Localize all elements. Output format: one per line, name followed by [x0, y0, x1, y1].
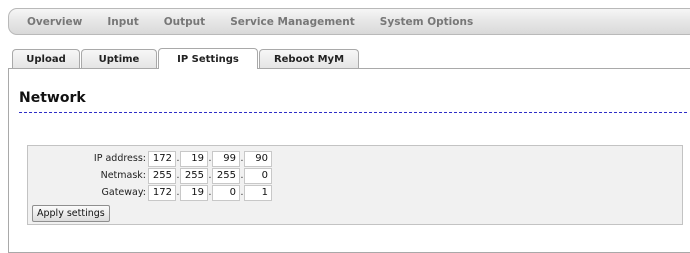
ip-address-octet-3[interactable]	[212, 150, 240, 167]
gateway-octet-1[interactable]	[148, 184, 176, 201]
tab-strip: Upload Uptime IP Settings Reboot MyM	[12, 48, 360, 69]
nav-item-input[interactable]: Input	[98, 16, 147, 28]
nav-item-service-management[interactable]: Service Management	[221, 16, 364, 28]
tab-upload[interactable]: Upload	[12, 49, 80, 69]
tab-uptime[interactable]: Uptime	[81, 49, 157, 69]
netmask-octet-4[interactable]	[244, 167, 272, 184]
title-divider	[19, 112, 687, 113]
network-settings-form: IP address: . . . Netmask: . . . Gateway…	[27, 145, 683, 225]
top-nav-bar: Overview Input Output Service Management…	[8, 8, 690, 35]
gateway-octet-2[interactable]	[180, 184, 208, 201]
netmask-row: Netmask: . . .	[28, 167, 272, 184]
gateway-octet-3[interactable]	[212, 184, 240, 201]
netmask-octet-2[interactable]	[180, 167, 208, 184]
netmask-label: Netmask:	[100, 170, 146, 181]
gateway-octet-4[interactable]	[244, 184, 272, 201]
netmask-octet-3[interactable]	[212, 167, 240, 184]
tab-ip-settings[interactable]: IP Settings	[158, 48, 258, 69]
nav-item-overview[interactable]: Overview	[18, 16, 91, 28]
ip-address-octet-2[interactable]	[180, 150, 208, 167]
nav-item-system-options[interactable]: System Options	[371, 16, 482, 28]
netmask-octet-1[interactable]	[148, 167, 176, 184]
gateway-label: Gateway:	[101, 187, 146, 198]
section-title: Network	[19, 90, 86, 106]
nav-item-output[interactable]: Output	[155, 16, 214, 28]
gateway-row: Gateway: . . .	[28, 184, 272, 201]
ip-address-octet-1[interactable]	[148, 150, 176, 167]
tab-reboot-mym[interactable]: Reboot MyM	[259, 49, 359, 69]
ip-address-octet-4[interactable]	[244, 150, 272, 167]
content-panel: Network IP address: . . . Netmask: . . .…	[8, 68, 690, 253]
ip-address-label: IP address:	[93, 153, 146, 164]
apply-settings-button[interactable]: Apply settings	[32, 205, 110, 222]
ip-address-row: IP address: . . .	[28, 150, 272, 167]
